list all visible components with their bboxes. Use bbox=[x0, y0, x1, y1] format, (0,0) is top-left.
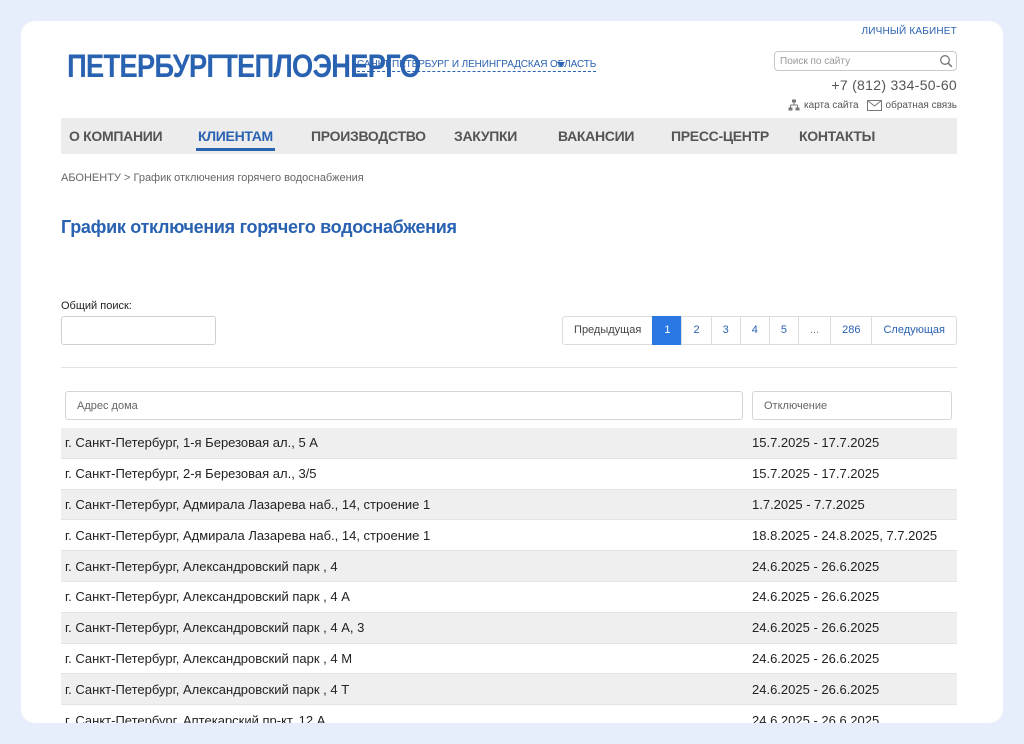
outage-cell: 24.6.2025 - 26.6.2025 bbox=[752, 712, 880, 723]
pagination-page-3[interactable]: 3 bbox=[710, 316, 741, 345]
phone-number: +7 (812) 334-50-60 bbox=[831, 77, 957, 93]
sitemap-label: карта сайта bbox=[804, 99, 859, 111]
address-cell: г. Санкт-Петербург, 1-я Березовая ал., 5… bbox=[65, 435, 318, 451]
outage-cell: 15.7.2025 - 17.7.2025 bbox=[752, 435, 880, 451]
table-row: г. Санкт-Петербург, Аптекарский пр-кт, 1… bbox=[61, 705, 957, 723]
utility-links: карта сайта обратная связь bbox=[788, 99, 957, 111]
address-cell: г. Санкт-Петербург, Александровский парк… bbox=[65, 620, 365, 636]
search-icon[interactable] bbox=[939, 54, 953, 68]
address-cell: г. Санкт-Петербург, 2-я Березовая ал., 3… bbox=[65, 466, 317, 482]
address-cell: г. Санкт-Петербург, Александровский парк… bbox=[65, 589, 350, 605]
outage-filter-input[interactable] bbox=[752, 391, 952, 420]
search-label: Общий поиск: bbox=[61, 300, 132, 312]
table-row: г. Санкт-Петербург, Адмирала Лазарева на… bbox=[61, 520, 957, 552]
table-row: г. Санкт-Петербург, Александровский парк… bbox=[61, 643, 957, 675]
chevron-down-icon[interactable] bbox=[557, 62, 565, 67]
divider bbox=[61, 367, 957, 368]
personal-cabinet-link[interactable]: ЛИЧНЫЙ КАБИНЕТ bbox=[861, 26, 957, 37]
outage-cell: 18.8.2025 - 24.8.2025, 7.7.2025 bbox=[752, 527, 938, 543]
outage-cell: 24.6.2025 - 26.6.2025 bbox=[752, 589, 880, 605]
address-cell: г. Санкт-Петербург, Адмирала Лазарева на… bbox=[65, 527, 431, 543]
table-row: г. Санкт-Петербург, 2-я Березовая ал., 3… bbox=[61, 458, 957, 490]
nav-item-clients[interactable]: КЛИЕНТАМ bbox=[196, 118, 275, 154]
nav-item-company[interactable]: О КОМПАНИИ bbox=[69, 118, 163, 154]
pagination-page-last[interactable]: 286 bbox=[830, 316, 873, 345]
feedback-link[interactable]: обратная связь bbox=[866, 99, 957, 111]
nav-item-vacancies[interactable]: ВАКАНСИИ bbox=[558, 118, 634, 154]
pagination-page-5[interactable]: 5 bbox=[768, 316, 799, 345]
breadcrumb: АБОНЕНТУ > График отключения горячего во… bbox=[61, 172, 364, 184]
pagination-next[interactable]: Следующая bbox=[871, 316, 957, 345]
table-row: г. Санкт-Петербург, 1-я Березовая ал., 5… bbox=[61, 428, 957, 459]
outage-cell: 24.6.2025 - 26.6.2025 bbox=[752, 620, 880, 636]
pagination-prev[interactable]: Предыдущая bbox=[562, 316, 654, 345]
outage-cell: 24.6.2025 - 26.6.2025 bbox=[752, 558, 880, 574]
breadcrumb-current: График отключения горячего водоснабжения bbox=[133, 172, 364, 184]
pagination-ellipsis: ... bbox=[797, 316, 832, 345]
envelope-icon bbox=[866, 99, 882, 111]
page-title: График отключения горячего водоснабжения bbox=[61, 217, 457, 237]
main-nav: О КОМПАНИИ КЛИЕНТАМ ПРОИЗВОДСТВО ЗАКУПКИ… bbox=[61, 118, 957, 154]
breadcrumb-separator: > bbox=[123, 172, 131, 184]
pagination-page-1[interactable]: 1 bbox=[652, 316, 683, 345]
table-row: г. Санкт-Петербург, Александровский парк… bbox=[61, 551, 957, 582]
table-row: г. Санкт-Петербург, Александровский парк… bbox=[61, 581, 957, 613]
pagination-page-2[interactable]: 2 bbox=[681, 316, 712, 345]
nav-item-press-center[interactable]: ПРЕСС-ЦЕНТР bbox=[671, 118, 769, 154]
browser-frame: ЛИЧНЫЙ КАБИНЕТ ПЕТЕРБУРГТЕПЛОЭНЕРГО САНК… bbox=[21, 21, 1003, 723]
global-search-input[interactable] bbox=[61, 316, 216, 345]
nav-item-purchases[interactable]: ЗАКУПКИ bbox=[454, 118, 517, 154]
address-cell: г. Санкт-Петербург, Александровский парк… bbox=[65, 681, 350, 697]
site-search-input[interactable] bbox=[775, 52, 935, 70]
nav-item-contacts[interactable]: КОНТАКТЫ bbox=[799, 118, 875, 154]
address-filter-input[interactable] bbox=[65, 391, 743, 420]
table-row: г. Санкт-Петербург, Александровский парк… bbox=[61, 674, 957, 706]
feedback-label: обратная связь bbox=[885, 99, 957, 111]
pagination: Предыдущая 1 2 3 4 5 ... 286 Следующая bbox=[562, 316, 957, 345]
breadcrumb-parent[interactable]: АБОНЕНТУ bbox=[61, 172, 121, 184]
outage-cell: 24.6.2025 - 26.6.2025 bbox=[752, 681, 880, 697]
sitemap-icon bbox=[788, 99, 800, 111]
site-search bbox=[774, 51, 957, 71]
outage-table: г. Санкт-Петербург, 1-я Березовая ал., 5… bbox=[61, 428, 957, 723]
table-row: г. Санкт-Петербург, Адмирала Лазарева на… bbox=[61, 489, 957, 521]
table-row: г. Санкт-Петербург, Александровский парк… bbox=[61, 612, 957, 644]
outage-cell: 1.7.2025 - 7.7.2025 bbox=[752, 496, 865, 512]
page: ЛИЧНЫЙ КАБИНЕТ ПЕТЕРБУРГТЕПЛОЭНЕРГО САНК… bbox=[61, 21, 957, 723]
address-cell: г. Санкт-Петербург, Аптекарский пр-кт, 1… bbox=[65, 712, 326, 723]
address-cell: г. Санкт-Петербург, Адмирала Лазарева на… bbox=[65, 496, 431, 512]
address-cell: г. Санкт-Петербург, Александровский парк… bbox=[65, 558, 338, 574]
nav-item-production[interactable]: ПРОИЗВОДСТВО bbox=[311, 118, 426, 154]
outage-cell: 15.7.2025 - 17.7.2025 bbox=[752, 466, 880, 482]
sitemap-link[interactable]: карта сайта bbox=[788, 99, 859, 111]
pagination-page-4[interactable]: 4 bbox=[739, 316, 770, 345]
outage-cell: 24.6.2025 - 26.6.2025 bbox=[752, 650, 880, 666]
address-cell: г. Санкт-Петербург, Александровский парк… bbox=[65, 650, 353, 666]
